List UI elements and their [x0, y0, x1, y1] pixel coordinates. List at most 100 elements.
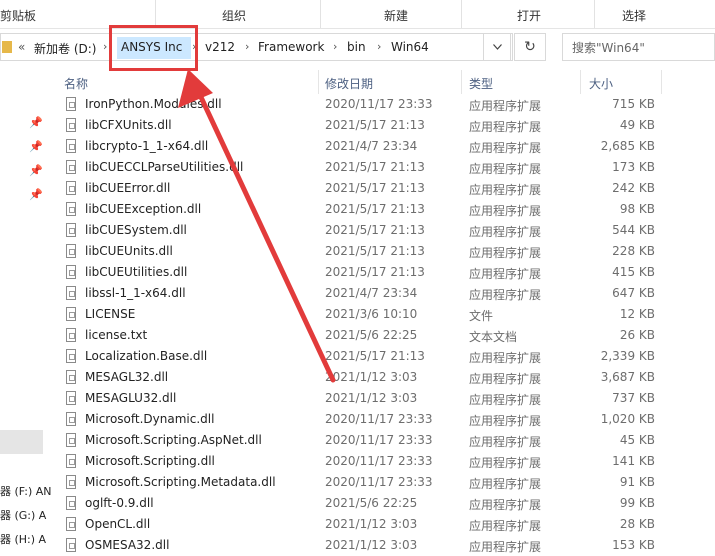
file-row[interactable]: oglft-0.9.dll 2021/5/6 22:25 应用程序扩展 99 KB — [61, 493, 715, 514]
column-divider[interactable] — [661, 70, 662, 94]
file-icon — [66, 349, 76, 363]
nav-drive-g[interactable]: 器 (G:) A — [0, 507, 46, 523]
file-type: 应用程序扩展 — [469, 99, 542, 113]
file-date: 2021/1/12 3:03 — [325, 517, 418, 531]
file-size: 2,339 KB — [600, 349, 655, 363]
file-row[interactable]: libCUEError.dll 2021/5/17 21:13 应用程序扩展 242 … — [61, 178, 715, 199]
file-name: Microsoft.Scripting.dll — [85, 454, 215, 468]
file-row[interactable]: Microsoft.Scripting.AspNet.dll 2020/11/17… — [61, 430, 715, 451]
nav-drive-h[interactable]: 器 (H:) A — [0, 531, 46, 547]
breadcrumb-chevron-icon[interactable]: › — [333, 40, 337, 53]
file-size: 49 KB — [619, 118, 655, 132]
ribbon-group-new[interactable]: 新建 — [384, 7, 408, 24]
file-size: 647 KB — [612, 286, 655, 300]
address-dropdown-button[interactable] — [483, 33, 511, 61]
file-size: 415 KB — [612, 265, 655, 279]
file-row[interactable]: Microsoft.Scripting.dll 2020/11/17 23:33 应… — [61, 451, 715, 472]
file-row[interactable]: MESAGLU32.dll 2021/1/12 3:03 应用程序扩展 737 KB — [61, 388, 715, 409]
ribbon-group-organize[interactable]: 组织 — [222, 7, 246, 24]
pin-icon[interactable]: 📌 — [29, 164, 43, 177]
file-row[interactable]: libCFXUnits.dll 2021/5/17 21:13 应用程序扩展 49 K… — [61, 115, 715, 136]
column-divider[interactable] — [461, 70, 462, 94]
file-row[interactable]: LICENSE 2021/3/6 10:10 文件 12 KB — [61, 304, 715, 325]
breadcrumb-win64[interactable]: Win64 — [391, 40, 429, 54]
file-name: license.txt — [85, 328, 148, 342]
ribbon-divider — [461, 0, 462, 28]
file-row[interactable]: libssl-1_1-x64.dll 2021/4/7 23:34 应用程序扩展 64… — [61, 283, 715, 304]
file-date: 2020/11/17 23:33 — [325, 475, 433, 489]
search-input[interactable] — [570, 35, 714, 61]
file-date: 2021/5/17 21:13 — [325, 160, 425, 174]
pin-icon[interactable]: 📌 — [29, 188, 43, 201]
column-divider[interactable] — [580, 70, 581, 94]
file-icon — [66, 328, 76, 342]
file-row[interactable]: OpenCL.dll 2021/1/12 3:03 应用程序扩展 28 KB — [61, 514, 715, 535]
breadcrumb-drive-d[interactable]: 新加卷 (D:) — [34, 40, 96, 57]
nav-selected-item[interactable] — [0, 430, 43, 454]
pin-icon[interactable]: 📌 — [29, 116, 43, 129]
file-row[interactable]: Microsoft.Dynamic.dll 2020/11/17 23:33 应用程… — [61, 409, 715, 430]
file-icon — [66, 202, 76, 216]
file-size: 715 KB — [612, 97, 655, 111]
breadcrumb-chevron-icon[interactable]: › — [377, 40, 381, 53]
file-size: 544 KB — [612, 223, 655, 237]
ribbon-group-select[interactable]: 选择 — [622, 7, 646, 24]
file-row[interactable]: OSMESA32.dll 2021/1/12 3:03 应用程序扩展 153 KB — [61, 535, 715, 556]
refresh-icon: ↻ — [524, 39, 536, 55]
breadcrumb-v212[interactable]: v212 — [205, 40, 235, 54]
file-name: Microsoft.Scripting.AspNet.dll — [85, 433, 262, 447]
search-box[interactable] — [562, 33, 715, 61]
file-icon — [66, 391, 76, 405]
file-type: 应用程序扩展 — [469, 393, 542, 407]
breadcrumb-framework[interactable]: Framework — [258, 40, 324, 54]
file-row[interactable]: libCUESystem.dll 2021/5/17 21:13 应用程序扩展 544… — [61, 220, 715, 241]
column-header-name[interactable]: 名称 — [64, 75, 88, 92]
column-header-date[interactable]: 修改日期 — [325, 75, 373, 92]
file-row[interactable]: IronPython.Modules.dll 2020/11/17 23:33 应用… — [61, 94, 715, 115]
file-date: 2021/5/17 21:13 — [325, 265, 425, 279]
file-icon — [66, 223, 76, 237]
file-icon — [66, 118, 76, 132]
column-header-size[interactable]: 大小 — [589, 75, 613, 92]
file-name: libCUEException.dll — [85, 202, 202, 216]
file-row[interactable]: license.txt 2021/5/6 22:25 文本文档 26 KB — [61, 325, 715, 346]
file-date: 2020/11/17 23:33 — [325, 412, 433, 426]
file-row[interactable]: libcrypto-1_1-x64.dll 2021/4/7 23:34 应用程序扩… — [61, 136, 715, 157]
file-type: 应用程序扩展 — [469, 267, 542, 281]
file-name: libCFXUnits.dll — [85, 118, 172, 132]
address-overflow-icon[interactable]: « — [18, 40, 25, 54]
file-type: 应用程序扩展 — [469, 351, 542, 365]
file-row[interactable]: libCUECCLParseUtilities.dll 2021/5/17 21:… — [61, 157, 715, 178]
file-date: 2021/1/12 3:03 — [325, 538, 418, 552]
file-row[interactable]: libCUEUtilities.dll 2021/5/17 21:13 应用程序扩展… — [61, 262, 715, 283]
file-type: 应用程序扩展 — [469, 120, 542, 134]
file-icon — [66, 517, 76, 531]
breadcrumb-chevron-icon[interactable]: › — [103, 40, 107, 53]
file-icon — [66, 160, 76, 174]
file-type: 应用程序扩展 — [469, 435, 542, 449]
refresh-button[interactable]: ↻ — [514, 33, 546, 61]
column-divider[interactable] — [318, 70, 319, 94]
file-name: MESAGL32.dll — [85, 370, 169, 384]
file-name: MESAGLU32.dll — [85, 391, 177, 405]
file-name: libcrypto-1_1-x64.dll — [85, 139, 209, 153]
file-date: 2021/5/17 21:13 — [325, 244, 425, 258]
ribbon-divider — [320, 0, 321, 28]
ribbon-group-open[interactable]: 打开 — [517, 7, 541, 24]
nav-drive-f[interactable]: 器 (F:) AN — [0, 483, 52, 499]
address-bar-row: « 新加卷 (D:) › ANSYS Inc › v212 › Framewor… — [0, 29, 715, 65]
address-bar[interactable]: « 新加卷 (D:) › ANSYS Inc › v212 › Framewor… — [0, 33, 513, 61]
pin-icon[interactable]: 📌 — [29, 140, 43, 153]
file-row[interactable]: Microsoft.Scripting.Metadata.dll 2020/11/… — [61, 472, 715, 493]
file-row[interactable]: MESAGL32.dll 2021/1/12 3:03 应用程序扩展 3,687 KB — [61, 367, 715, 388]
ribbon-group-clipboard[interactable]: 剪贴板 — [0, 7, 36, 24]
file-row[interactable]: libCUEUnits.dll 2021/5/17 21:13 应用程序扩展 228 … — [61, 241, 715, 262]
file-row[interactable]: libCUEException.dll 2021/5/17 21:13 应用程序扩展… — [61, 199, 715, 220]
file-size: 12 KB — [619, 307, 655, 321]
file-row[interactable]: Localization.Base.dll 2021/5/17 21:13 应用程序… — [61, 346, 715, 367]
column-header-type[interactable]: 类型 — [469, 75, 493, 92]
file-name: LICENSE — [85, 307, 136, 321]
breadcrumb-bin[interactable]: bin — [347, 40, 366, 54]
breadcrumb-chevron-icon[interactable]: › — [245, 40, 249, 53]
file-icon — [66, 496, 76, 510]
